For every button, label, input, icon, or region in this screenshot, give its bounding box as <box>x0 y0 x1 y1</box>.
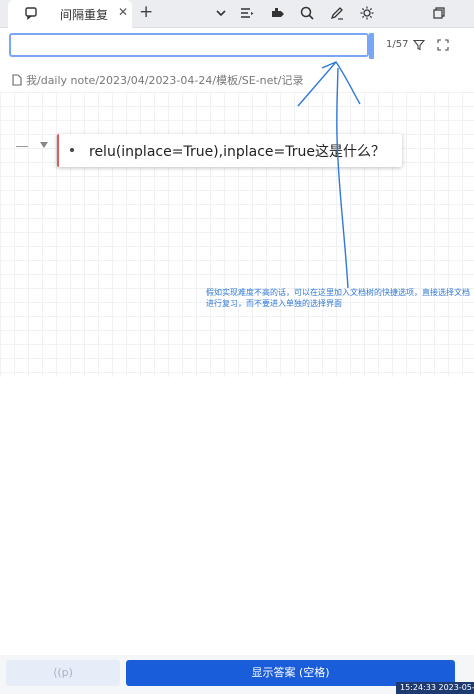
annotation-note: 假如实现难度不高的话，可以在这里加入文档树的快捷选项，直接选择文档进行复习，而不… <box>206 288 470 308</box>
previous-button[interactable]: ⟨(p) <box>6 660 120 686</box>
timestamp: 15:24:33 2023-05-08 <box>396 682 474 694</box>
annotation-arrows <box>297 60 361 289</box>
